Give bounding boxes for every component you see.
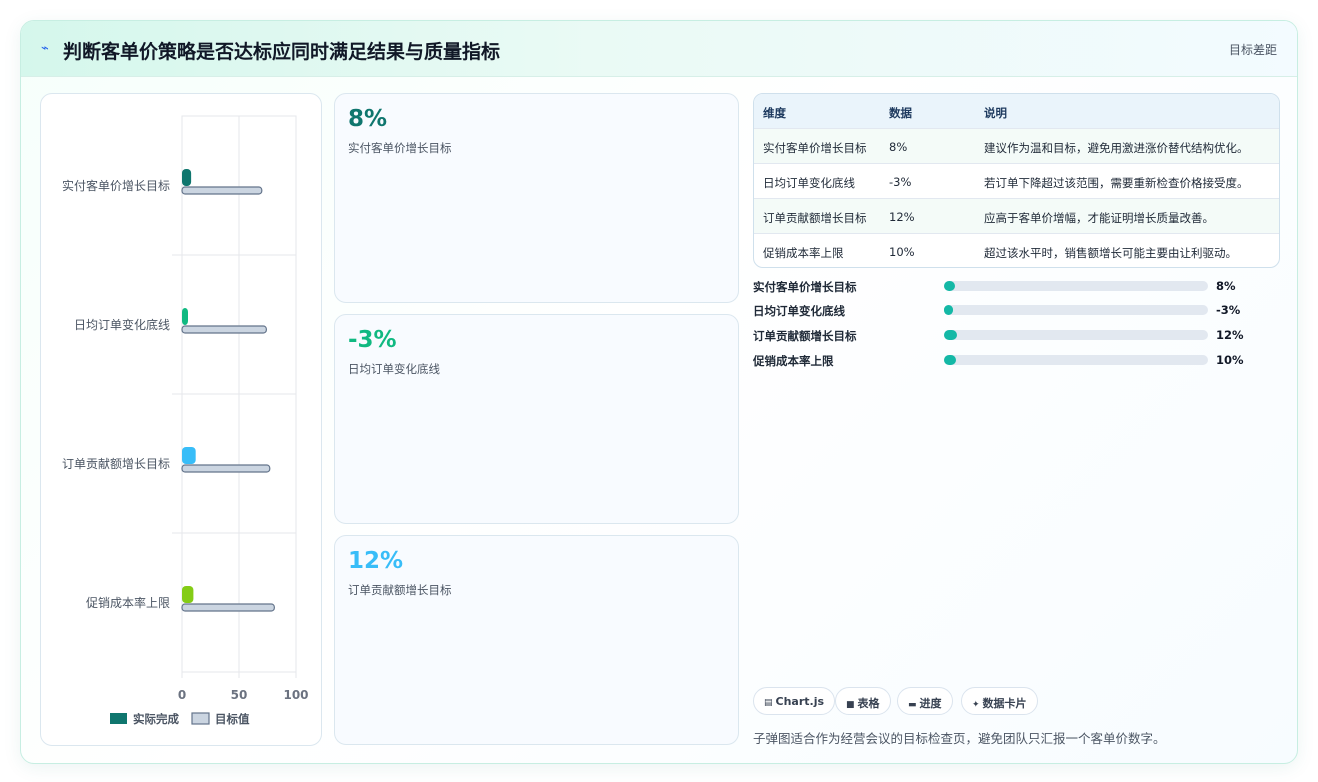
table-header-cell: 维度 [763,106,786,120]
progress-fill [944,355,956,365]
table-cell: 日均订单变化底线 [763,176,855,190]
progress-label: 促销成本率上限 [753,354,834,368]
progress-value: 10% [1216,353,1244,367]
tag-label: Chart.js [775,695,825,708]
target-bar [181,186,263,195]
progress-row: 日均订单变化底线 -3% [753,300,1280,320]
kpi-card-aov: 8% 实付客单价增长目标 [334,93,739,303]
tag-table[interactable]: ■ 表格 [835,687,891,715]
progress-icon: ▬ [908,700,917,710]
progress-value: 12% [1216,328,1244,342]
kpi-label: 日均订单变化底线 [348,362,440,376]
sparkle-icon: ⌁ [41,41,49,56]
table-cell: 12% [889,210,915,224]
progress-row: 实付客单价增长目标 8% [753,276,1280,296]
target-gap-label[interactable]: 目标差距 [1229,41,1277,58]
table-cell: 实付客单价增长目标 [763,141,867,155]
progress-fill [944,330,958,340]
table-header-cell: 数据 [889,106,912,120]
table-row: 订单贡献额增长目标 12% 应高于客单价增幅，才能证明增长质量改善。 [754,199,1279,234]
x-tick-label: 100 [283,688,308,702]
table-cell: 若订单下降超过该范围，需要重新检查价格接受度。 [984,176,1249,190]
chart-icon: ▤ [764,698,773,708]
legend-swatch-target [191,712,210,725]
tag-label: 表格 [857,697,880,710]
table-row: 促销成本率上限 10% 超过该水平时，销售额增长可能主要由让利驱动。 [754,234,1279,267]
tag-label: 数据卡片 [982,697,1027,710]
progress-row: 促销成本率上限 10% [753,350,1280,370]
kpi-value: -3% [348,327,397,353]
target-bar [181,464,271,473]
kpi-value: 12% [348,548,404,574]
kpi-card-orders: -3% 日均订单变化底线 [334,314,739,524]
tag-data-card[interactable]: ✦ 数据卡片 [961,687,1038,715]
category-label: 订单贡献额增长目标 [62,456,170,471]
table-header-cell: 说明 [984,106,1007,120]
progress-value: -3% [1216,303,1241,317]
table-cell: -3% [889,175,912,189]
category-label: 促销成本率上限 [86,595,170,610]
kpi-card-contribution: 12% 订单贡献额增长目标 [334,535,739,745]
page-title: 判断客单价策略是否达标应同时满足结果与质量指标 [63,41,501,63]
table-row: 日均订单变化底线 -3% 若订单下降超过该范围，需要重新检查价格接受度。 [754,164,1279,199]
target-bar [181,325,267,334]
dashboard-panel: ⌁ 判断客单价策略是否达标应同时满足结果与质量指标 目标差距 0 50 100 实付客… [20,20,1298,764]
progress-fill [944,281,955,291]
table-cell: 订单贡献额增长目标 [763,211,867,225]
actual-bar [182,169,192,186]
actual-bar [182,586,194,603]
tag-label: 进度 [919,697,942,710]
progress-row: 订单贡献额增长目标 12% [753,325,1280,345]
footnote: 子弹图适合作为经营会议的目标检查页，避免团队只汇报一个客单价数字。 [753,731,1166,746]
table-cell: 应高于客单价增幅，才能证明增长质量改善。 [984,211,1214,225]
table-header-row: 维度 数据 说明 [754,94,1279,129]
table-cell: 10% [889,245,915,259]
data-card-icon: ✦ [972,700,980,710]
category-label: 日均订单变化底线 [74,317,170,332]
table-row: 实付客单价增长目标 8% 建议作为温和目标，避免用激进涨价替代结构优化。 [754,129,1279,164]
table-cell: 建议作为温和目标，避免用激进涨价替代结构优化。 [984,141,1249,155]
progress-label: 实付客单价增长目标 [753,280,857,294]
target-bar [181,603,275,612]
actual-bar [182,308,188,325]
progress-fill [944,305,954,315]
table-cell: 促销成本率上限 [763,246,844,260]
progress-label: 订单贡献额增长目标 [753,329,857,343]
header-bar: ⌁ 判断客单价策略是否达标应同时满足结果与质量指标 目标差距 [21,21,1297,77]
progress-label: 日均订单变化底线 [753,304,845,318]
progress-value: 8% [1216,279,1236,293]
metrics-table: 维度 数据 说明 实付客单价增长目标 8% 建议作为温和目标，避免用激进涨价替代… [753,93,1280,268]
actual-bar [182,447,196,464]
progress-track [944,281,1208,291]
progress-track [944,355,1208,365]
table-icon: ■ [846,700,855,710]
legend-label-target: 目标值 [215,712,250,726]
tag-progress[interactable]: ▬ 进度 [897,687,953,715]
bullet-chart-card: 0 50 100 实付客单价增长目标日均订单变化底线订单贡献额增长目标促销成本率上限实… [40,93,322,746]
x-tick-label: 0 [178,688,186,702]
bullet-chart: 0 50 100 实付客单价增长目标日均订单变化底线订单贡献额增长目标促销成本率上限实… [62,115,309,726]
table-cell: 8% [889,140,908,154]
progress-track [944,305,1208,315]
kpi-label: 订单贡献额增长目标 [348,583,452,597]
category-label: 实付客单价增长目标 [62,178,170,193]
tag-chartjs[interactable]: ▤ Chart.js [753,687,836,715]
progress-track [944,330,1208,340]
kpi-label: 实付客单价增长目标 [348,141,452,155]
table-cell: 超过该水平时，销售额增长可能主要由让利驱动。 [984,246,1237,260]
legend-label-actual: 实际完成 [133,712,179,726]
legend-swatch-actual [110,713,127,724]
kpi-value: 8% [348,106,388,132]
x-tick-label: 50 [231,688,248,702]
